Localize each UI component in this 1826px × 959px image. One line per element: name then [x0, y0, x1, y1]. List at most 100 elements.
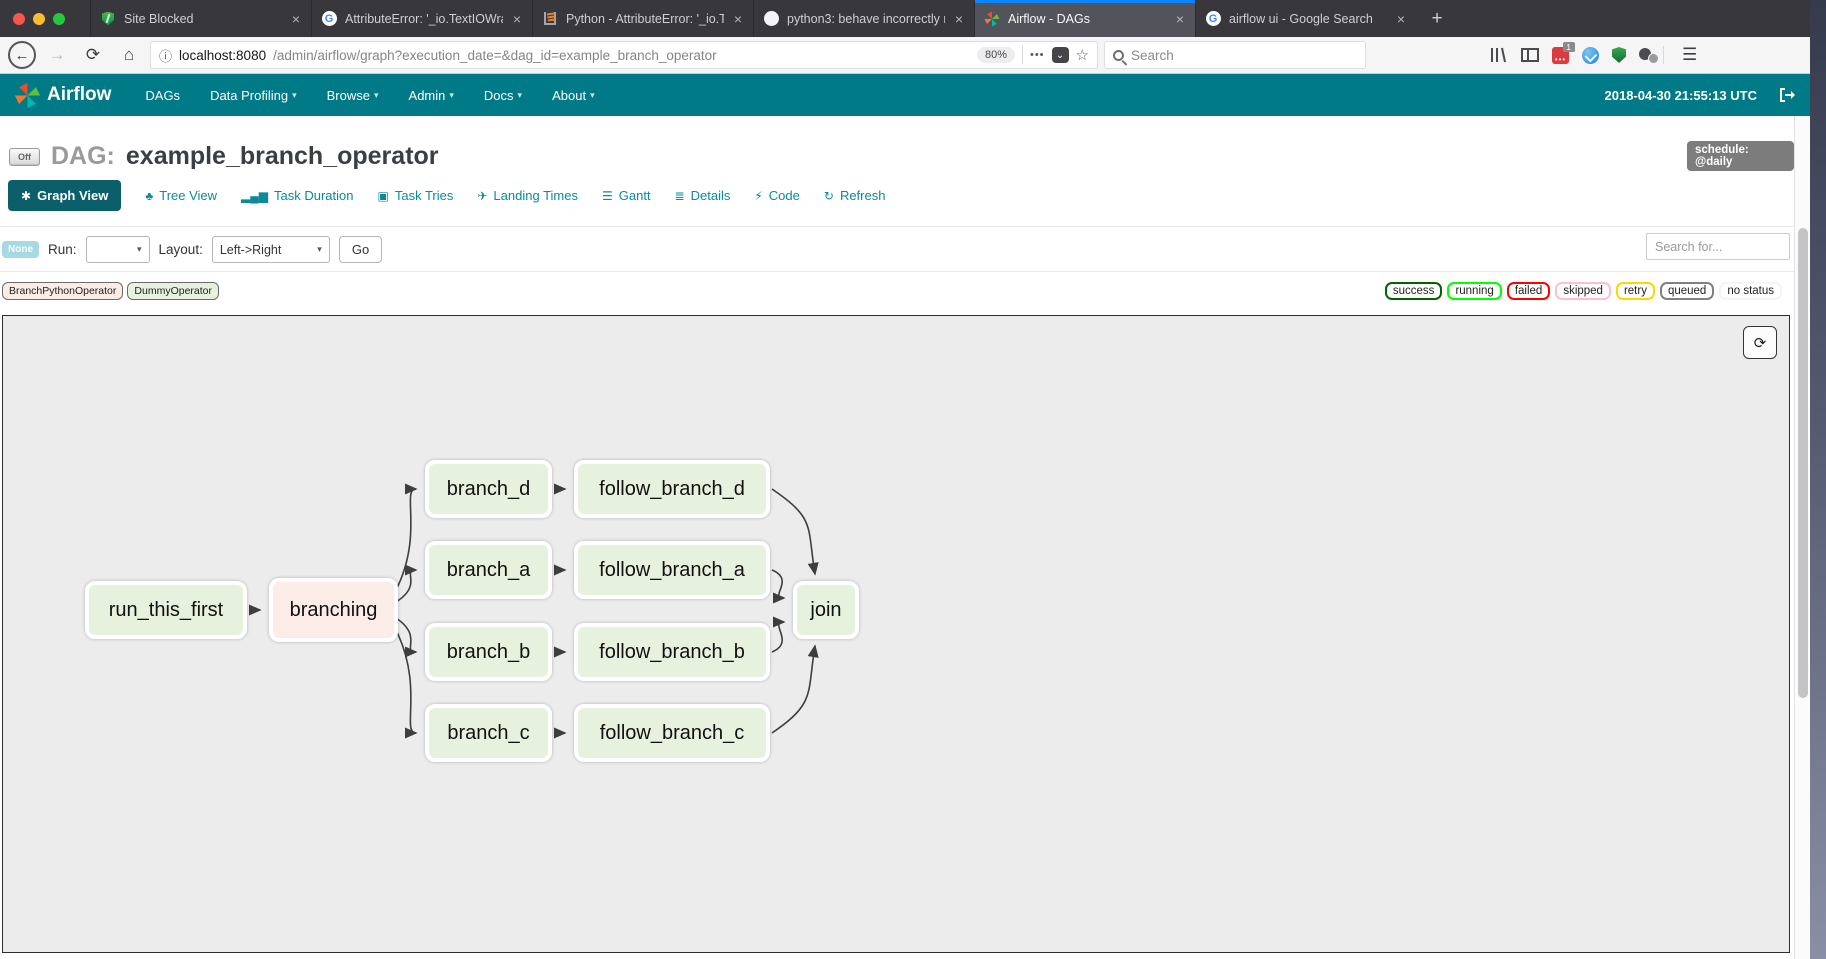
- tab-details[interactable]: ≣Details: [675, 188, 731, 203]
- legend-row: BranchPythonOperator DummyOperator succe…: [0, 282, 1794, 304]
- divider: [1022, 46, 1023, 64]
- airflow-navbar: Airflow DAGs Data Profiling▾ Browse▾ Adm…: [0, 74, 1810, 116]
- chevron-down-icon: ▾: [137, 244, 142, 255]
- browser-tab-attributeerror[interactable]: G AttributeError: '_io.TextIOWrapp ×: [311, 0, 532, 37]
- layout-select[interactable]: Left->Right ▾: [212, 236, 330, 263]
- shield-extension-icon[interactable]: [1612, 47, 1626, 63]
- window-controls: [0, 0, 90, 37]
- site-info-icon[interactable]: ⓘ: [159, 46, 172, 65]
- tab-close-icon[interactable]: ×: [953, 11, 965, 27]
- nav-item-data-profiling[interactable]: Data Profiling▾: [210, 88, 297, 103]
- browser-toolbar: ← → ⟳ ⌂ ⓘ localhost:8080 /admin/airflow/…: [0, 37, 1810, 74]
- dag-view-tabs: ✱Graph View ♣Tree View ▂▄▆Task Duration …: [8, 180, 885, 211]
- zoom-window-button[interactable]: [53, 13, 65, 25]
- minimize-window-button[interactable]: [33, 13, 45, 25]
- dag-pause-toggle[interactable]: Off: [9, 148, 40, 166]
- run-label: Run:: [48, 242, 77, 257]
- tab-close-icon[interactable]: ×: [511, 11, 523, 27]
- graph-node-follow_branch_b[interactable]: follow_branch_b: [574, 623, 770, 681]
- browser-tab-python-stackoverflow[interactable]: Python - AttributeError: '_io.Te ×: [532, 0, 753, 37]
- tab-title: Python - AttributeError: '_io.Te: [566, 12, 724, 26]
- browser-tab-github[interactable]: python3: behave incorrectly mo ×: [753, 0, 974, 37]
- cookie-extension-icon[interactable]: [1639, 47, 1657, 63]
- nav-item-docs[interactable]: Docs▾: [484, 88, 522, 103]
- dag-edge-follow_branch_b-to-join: [772, 622, 784, 652]
- nav-item-about[interactable]: About▾: [552, 88, 595, 103]
- adblock-extension-icon[interactable]: ••• 1: [1552, 47, 1569, 64]
- run-select[interactable]: ▾: [86, 236, 150, 263]
- graph-refresh-button[interactable]: ⟳: [1743, 326, 1777, 359]
- library-icon[interactable]: [1490, 47, 1508, 63]
- graph-node-run_this_first[interactable]: run_this_first: [85, 581, 247, 639]
- graph-node-branching[interactable]: branching: [269, 578, 398, 642]
- task-duration-icon: ▂▄▆: [241, 189, 268, 203]
- state-badge-skipped: skipped: [1555, 282, 1611, 300]
- tab-tree-view[interactable]: ♣Tree View: [145, 188, 217, 203]
- graph-node-join[interactable]: join: [793, 581, 859, 639]
- graph-node-branch_d[interactable]: branch_d: [425, 460, 552, 518]
- browser-tab-airflow-active[interactable]: Airflow - DAGs ×: [974, 0, 1195, 37]
- url-bar[interactable]: ⓘ localhost:8080 /admin/airflow/graph?ex…: [150, 41, 1098, 69]
- navbar-menu: DAGs Data Profiling▾ Browse▾ Admin▾ Docs…: [145, 88, 594, 103]
- bookmark-star-icon[interactable]: ☆: [1076, 46, 1089, 64]
- tab-landing-times[interactable]: ✈Landing Times: [477, 188, 578, 203]
- graph-node-branch_c[interactable]: branch_c: [425, 704, 552, 762]
- state-badge-retry: retry: [1616, 282, 1655, 300]
- graph-node-branch_a[interactable]: branch_a: [425, 541, 552, 599]
- logout-icon[interactable]: [1779, 87, 1796, 103]
- tab-close-icon[interactable]: ×: [732, 11, 744, 27]
- page-actions-icon[interactable]: •••: [1030, 49, 1045, 61]
- forward-icon[interactable]: →: [42, 40, 72, 70]
- nav-item-dags[interactable]: DAGs: [145, 88, 180, 103]
- nav-item-admin[interactable]: Admin▾: [409, 88, 454, 103]
- save-to-pocket-icon[interactable]: ⌄: [1052, 47, 1069, 63]
- chevron-down-icon: ▾: [449, 90, 454, 101]
- browser-search-bar[interactable]: [1104, 41, 1366, 69]
- tab-code[interactable]: ⚡Code: [754, 188, 800, 203]
- nav-item-browse[interactable]: Browse▾: [327, 88, 379, 103]
- graph-node-follow_branch_d[interactable]: follow_branch_d: [574, 460, 770, 518]
- tab-graph-view[interactable]: ✱Graph View: [8, 180, 121, 211]
- chevron-down-icon: ▾: [292, 90, 297, 101]
- task-search-input[interactable]: [1646, 233, 1790, 260]
- tab-gantt[interactable]: ☰Gantt: [602, 188, 651, 203]
- graph-node-branch_b[interactable]: branch_b: [425, 623, 552, 681]
- go-button[interactable]: Go: [339, 236, 382, 263]
- run-controls: None Run: ▾ Layout: Left->Right ▾ Go: [2, 236, 382, 263]
- code-icon: ⚡: [754, 189, 762, 203]
- airflow-brand[interactable]: Airflow: [14, 82, 111, 109]
- browser-tab-site-blocked[interactable]: Site Blocked ×: [90, 0, 311, 37]
- dag-name: example_branch_operator: [126, 142, 439, 171]
- dag-title-prefix: DAG:: [51, 142, 115, 171]
- airflow-page: schedule: @daily Off DAG: example_branch…: [0, 116, 1794, 959]
- tab-close-icon[interactable]: ×: [1395, 11, 1407, 27]
- graph-node-follow_branch_c[interactable]: follow_branch_c: [574, 704, 770, 762]
- dag-edge-follow_branch_c-to-join: [772, 646, 815, 733]
- zoom-level-badge[interactable]: 80%: [977, 47, 1015, 63]
- state-badge-no-status: no status: [1719, 282, 1782, 300]
- close-window-button[interactable]: [13, 13, 25, 25]
- search-icon: [1113, 50, 1124, 61]
- scrollbar-thumb[interactable]: [1798, 228, 1808, 698]
- reload-icon[interactable]: ⟳: [78, 40, 108, 70]
- browser-tab-google-search[interactable]: G airflow ui - Google Search ×: [1195, 0, 1416, 37]
- tab-close-icon[interactable]: ×: [1174, 11, 1186, 27]
- blue-extension-icon[interactable]: [1582, 47, 1599, 64]
- back-icon[interactable]: ←: [8, 41, 36, 69]
- browser-search-input[interactable]: [1131, 48, 1331, 63]
- state-legend: success running failed skipped retry que…: [1385, 282, 1782, 300]
- tab-task-duration[interactable]: ▂▄▆Task Duration: [241, 188, 353, 203]
- brand-name: Airflow: [47, 84, 111, 106]
- tab-close-icon[interactable]: ×: [290, 11, 302, 27]
- tab-refresh[interactable]: ↻Refresh: [824, 188, 886, 203]
- graph-node-follow_branch_a[interactable]: follow_branch_a: [574, 541, 770, 599]
- home-icon[interactable]: ⌂: [114, 40, 144, 70]
- page-scrollbar[interactable]: [1794, 116, 1810, 959]
- dag-graph-canvas[interactable]: ⟳ run_this_first branching branch_d follow_…: [2, 315, 1790, 953]
- sidebar-icon[interactable]: [1521, 47, 1539, 63]
- menu-icon[interactable]: ☰: [1682, 45, 1697, 65]
- task-tries-icon: ▣: [378, 189, 389, 203]
- new-tab-button[interactable]: +: [1416, 0, 1458, 37]
- operator-legend: BranchPythonOperator DummyOperator: [2, 282, 219, 300]
- tab-task-tries[interactable]: ▣Task Tries: [378, 188, 454, 203]
